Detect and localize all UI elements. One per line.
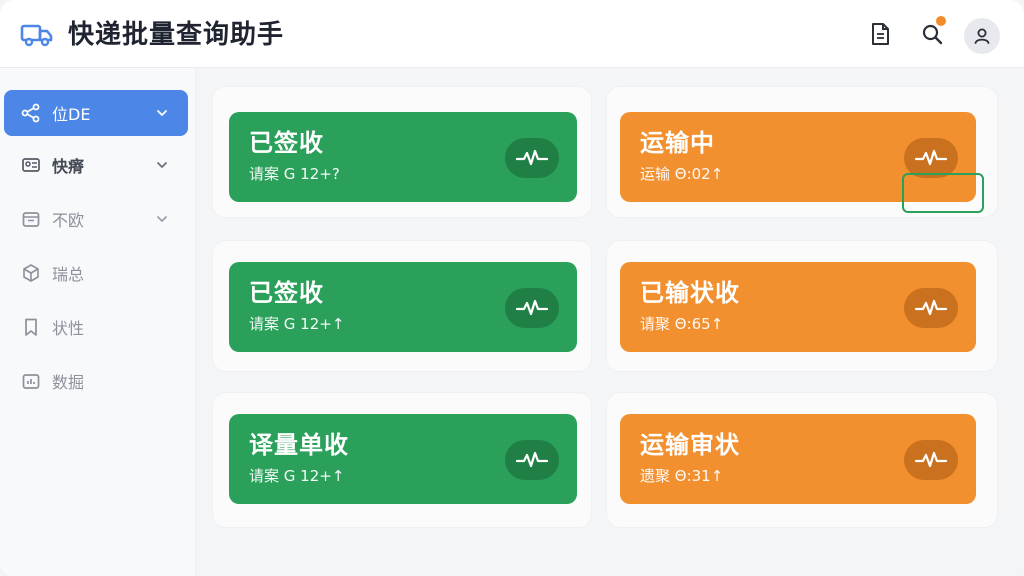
status-card-1[interactable]: 已签收 请案 G 12+? <box>229 112 577 202</box>
cube-icon <box>20 262 42 284</box>
user-icon <box>974 28 990 44</box>
share-icon <box>20 102 42 124</box>
sidebar-item-label: 数掘 <box>52 373 85 392</box>
status-card-6[interactable]: 运输审状 遗聚 Θ:31↑ <box>620 414 976 504</box>
calendar-icon <box>20 208 42 230</box>
sidebar-item-2[interactable]: 快瘠 <box>4 142 188 188</box>
status-card-3[interactable]: 已签收 请案 G 12+↑ <box>229 262 577 352</box>
notification-dot <box>936 16 946 26</box>
selection-outline <box>902 173 984 213</box>
chart-icon <box>20 370 42 392</box>
sidebar-item-label: 快瘠 <box>52 157 85 176</box>
status-card-5[interactable]: 译量单收 请案 G 12+↑ <box>229 414 577 504</box>
sidebar-item-6[interactable]: 数掘 <box>4 358 188 404</box>
pulse-icon <box>505 288 559 328</box>
chevron-down-icon[interactable] <box>154 105 170 121</box>
sidebar-item-label: 状性 <box>52 319 85 338</box>
sidebar-item-5[interactable]: 状性 <box>4 304 188 350</box>
chevron-down-icon[interactable] <box>154 157 170 173</box>
sidebar-item-label: 瑞总 <box>52 265 85 284</box>
app-window: 快递批量查询助手 位DE 快瘠 不欧 瑞总 状性 数掘 已签收 请案 G 12+… <box>0 0 1024 576</box>
pulse-icon <box>904 138 958 178</box>
sidebar: 位DE 快瘠 不欧 瑞总 状性 数掘 <box>0 68 196 576</box>
id-card-icon <box>20 154 42 176</box>
sidebar-item-4[interactable]: 瑞总 <box>4 250 188 296</box>
sidebar-item-3[interactable]: 不欧 <box>4 196 188 242</box>
pulse-icon <box>505 138 559 178</box>
top-header: 快递批量查询助手 <box>0 0 1024 68</box>
sidebar-item-1[interactable]: 位DE <box>4 90 188 136</box>
status-card-4[interactable]: 已输状收 请聚 Θ:65↑ <box>620 262 976 352</box>
app-title: 快递批量查询助手 <box>68 20 285 50</box>
pulse-icon <box>505 440 559 480</box>
sidebar-item-label: 位DE <box>52 105 91 124</box>
sidebar-item-label: 不欧 <box>52 211 85 230</box>
truck-icon <box>20 22 54 48</box>
pulse-icon <box>904 440 958 480</box>
chevron-down-icon[interactable] <box>154 211 170 227</box>
document-icon[interactable] <box>866 20 894 48</box>
bookmark-icon <box>20 316 42 338</box>
pulse-icon <box>904 288 958 328</box>
avatar[interactable] <box>964 18 1000 54</box>
